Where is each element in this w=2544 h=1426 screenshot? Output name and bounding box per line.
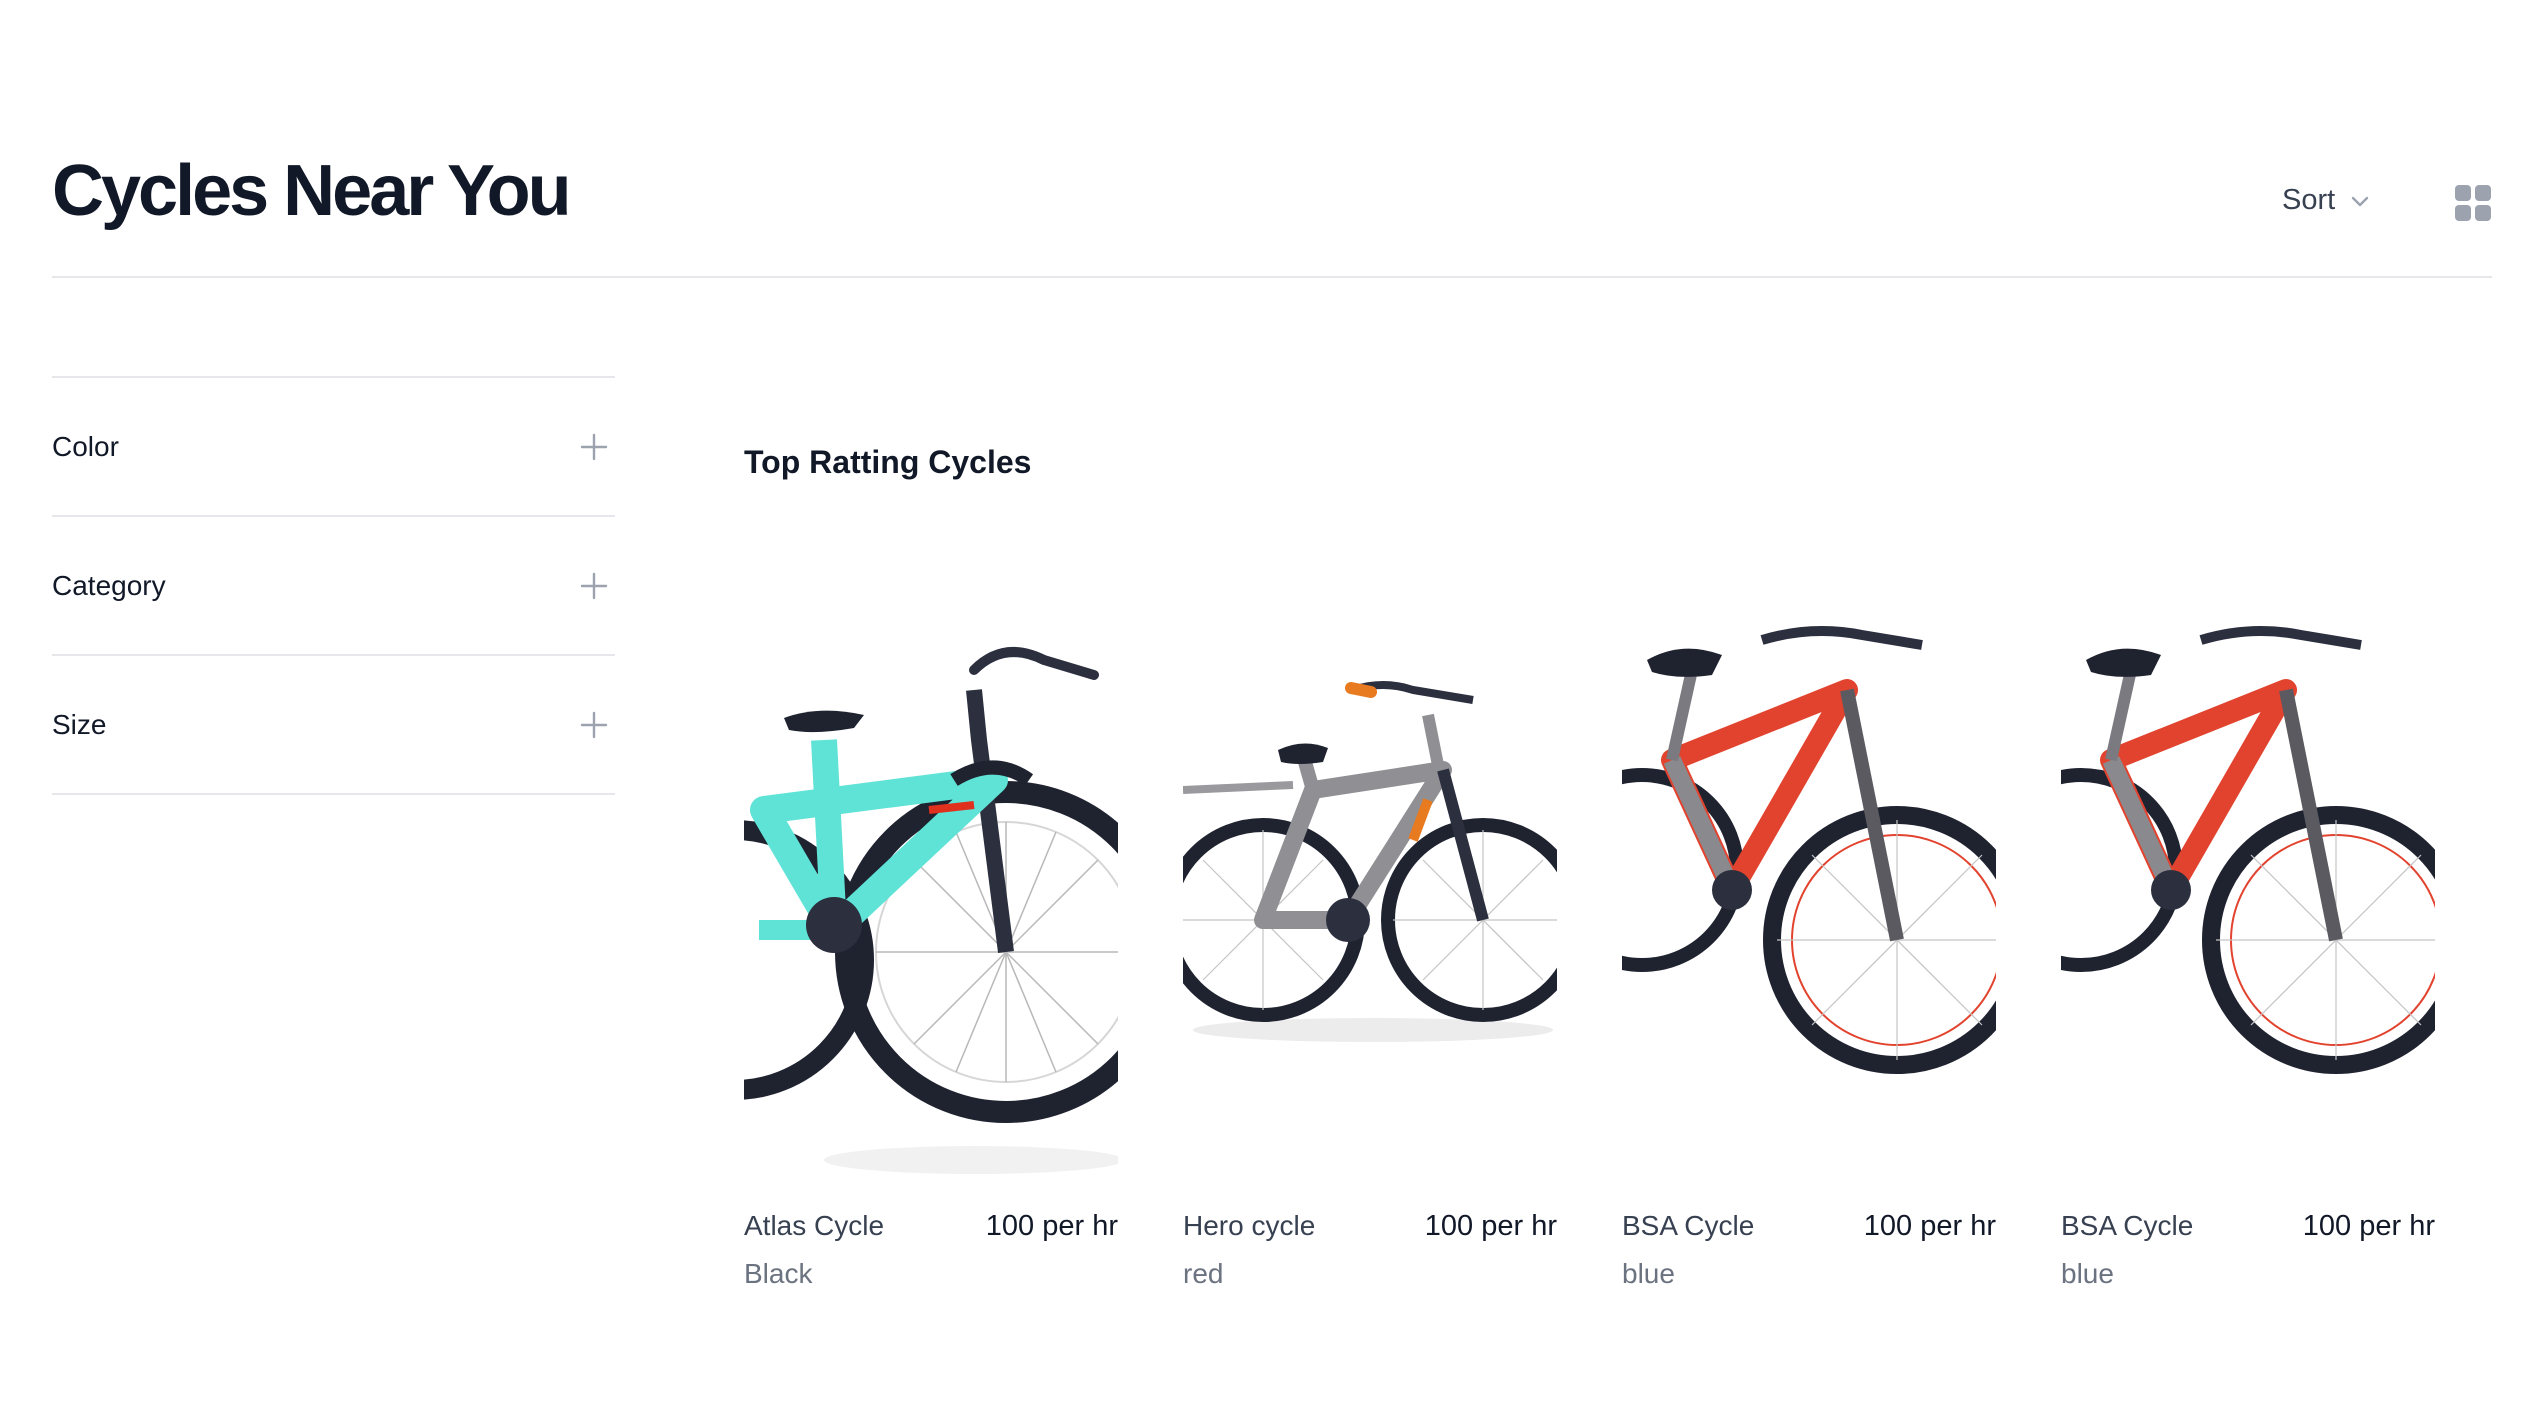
product-card[interactable]: Atlas Cycle 100 per hr Black	[744, 540, 1118, 1294]
filter-sidebar: Color Category Size	[52, 376, 615, 795]
filter-label: Color	[52, 430, 119, 462]
plus-icon	[580, 572, 608, 599]
product-price: 100 per hr	[1863, 1210, 1996, 1242]
product-image[interactable]	[2061, 540, 2435, 1182]
filter-label: Size	[52, 708, 107, 740]
page-header: Cycles Near You Sort	[52, 0, 2492, 278]
section-title: Top Ratting Cycles	[744, 444, 1032, 480]
filter-color[interactable]: Color	[52, 378, 615, 517]
product-image[interactable]	[744, 540, 1118, 1182]
product-color: blue	[1622, 1258, 1675, 1289]
sort-label: Sort	[2282, 184, 2336, 216]
product-price: 100 per hr	[985, 1210, 1118, 1242]
filter-category[interactable]: Category	[52, 517, 615, 656]
product-name: BSA Cycle	[2061, 1210, 2194, 1241]
product-image[interactable]	[1183, 540, 1557, 1182]
product-grid: Atlas Cycle 100 per hr Black Hero cycle …	[744, 540, 2435, 1294]
product-price: 100 per hr	[1424, 1210, 1557, 1242]
plus-icon	[580, 433, 608, 460]
page-title: Cycles Near You	[52, 151, 572, 231]
product-card[interactable]: BSA Cycle 100 per hr blue	[2061, 540, 2435, 1294]
chevron-down-icon	[2351, 196, 2369, 206]
product-name: Atlas Cycle	[744, 1210, 885, 1241]
plus-icon	[580, 711, 608, 738]
grid-view-button[interactable]	[2454, 184, 2492, 222]
product-name: Hero cycle	[1183, 1210, 1316, 1241]
product-card[interactable]: Hero cycle 100 per hr red	[1183, 540, 1557, 1294]
grid-icon	[2455, 185, 2491, 221]
product-color: blue	[2061, 1258, 2114, 1289]
filter-size[interactable]: Size	[52, 656, 615, 795]
product-color: Black	[744, 1258, 813, 1289]
filter-label: Category	[52, 569, 166, 601]
product-card[interactable]: BSA Cycle 100 per hr blue	[1622, 540, 1996, 1294]
product-color: red	[1183, 1258, 1224, 1289]
product-name: BSA Cycle	[1622, 1210, 1755, 1241]
product-price: 100 per hr	[2302, 1210, 2435, 1242]
product-image[interactable]	[1622, 540, 1996, 1182]
sort-button[interactable]: Sort	[2282, 184, 2371, 217]
